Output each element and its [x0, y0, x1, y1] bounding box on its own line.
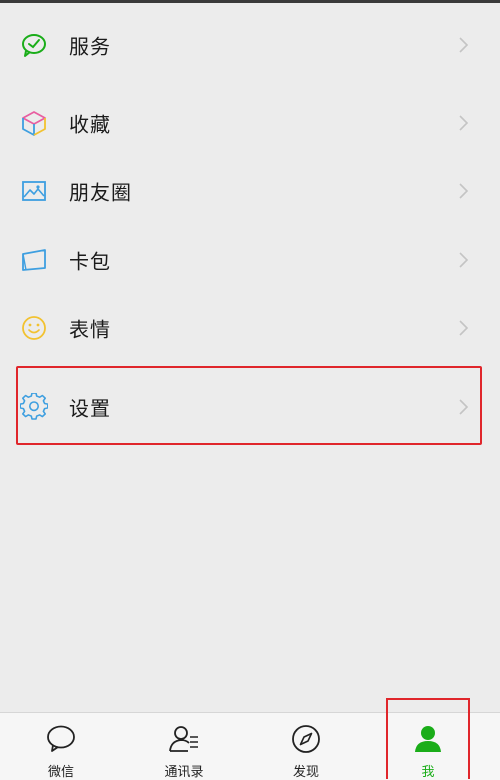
menu-item-label: 收藏: [69, 112, 111, 137]
picture-icon: [20, 177, 48, 205]
chevron-right-icon: [458, 182, 470, 200]
checkmark-bubble-icon: [20, 31, 48, 59]
tab-chats[interactable]: 微信: [11, 713, 111, 780]
chevron-right-icon: [458, 114, 470, 132]
me-tab-highlight-box: [386, 698, 470, 779]
card-icon: [20, 246, 48, 274]
tab-label: 微信: [47, 765, 74, 780]
menu-item-label: 卡包: [69, 249, 111, 274]
tab-contacts[interactable]: 通讯录: [134, 713, 234, 780]
menu-item-cards[interactable]: 卡包: [0, 227, 500, 293]
tab-label: 通讯录: [164, 765, 204, 780]
settings-highlight-box: [16, 366, 482, 445]
tab-label: 发现: [292, 765, 319, 780]
chevron-right-icon: [458, 251, 470, 269]
smile-icon: [20, 314, 48, 342]
contacts-icon: [168, 723, 200, 755]
chevron-right-icon: [458, 319, 470, 337]
menu-item-favorites[interactable]: 收藏: [0, 90, 500, 156]
compass-icon: [290, 723, 322, 755]
menu-item-moments[interactable]: 朋友圈: [0, 158, 500, 224]
menu-item-label: 朋友圈: [69, 180, 132, 205]
menu-item-label: 表情: [69, 317, 111, 342]
menu-item-label: 服务: [69, 34, 111, 59]
cube-icon: [20, 109, 48, 137]
chat-bubble-icon: [45, 723, 77, 755]
menu-item-stickers[interactable]: 表情: [0, 295, 500, 361]
menu-item-services[interactable]: 服务: [0, 12, 500, 78]
chevron-right-icon: [458, 36, 470, 54]
tab-discover[interactable]: 发现: [256, 713, 356, 780]
status-bar-edge: [0, 0, 500, 3]
